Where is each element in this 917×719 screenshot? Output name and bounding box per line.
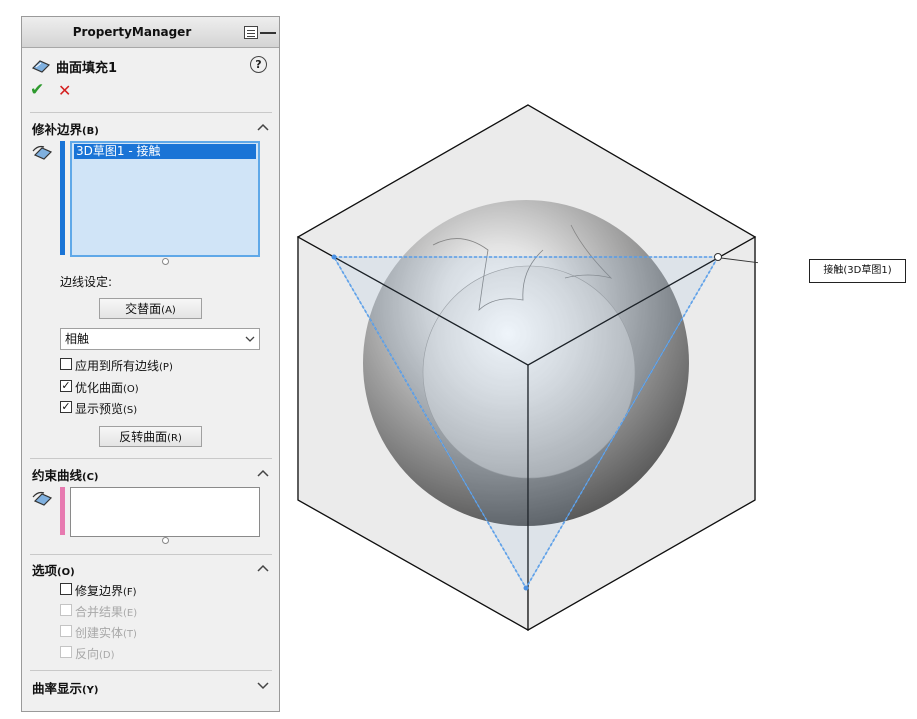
list-resize-handle[interactable] [162,258,169,265]
graphics-viewport[interactable] [283,100,758,635]
boundary-selection-list[interactable]: 3D草图1 - 接触 [70,141,260,257]
edge-settings-label: 边线设定: [60,275,113,289]
callout-label[interactable]: 接触(3D草图1) [809,259,906,283]
curvature-control-select[interactable]: 相触 [60,328,260,350]
section-title-options[interactable]: 选项(O) [32,560,75,579]
divider [30,554,272,555]
selection-stripe [60,141,65,255]
section-title-constraint-curves[interactable]: 约束曲线(C) [32,465,99,484]
section-title-curvature-display[interactable]: 曲率显示(Y) [32,678,98,697]
checkbox-box [60,646,72,658]
property-manager-panel: PropertyManager 曲面填充1 ? ✔ ✕ 修补边界(B) 3D草图… [21,16,280,712]
checkbox-box[interactable] [60,358,72,370]
cancel-button[interactable]: ✕ [58,81,71,100]
divider [30,670,272,671]
feature-title: 曲面填充1 [56,61,118,76]
panel-title: PropertyManager [72,25,192,39]
alternate-face-button[interactable]: 交替面(A) [99,298,202,319]
chevron-down-icon [245,336,255,342]
checkbox-box [60,625,72,637]
chevron-up-icon[interactable] [256,121,270,133]
pin-icon[interactable] [260,32,276,34]
constraint-curves-list[interactable] [70,487,260,537]
divider [30,458,272,459]
reverse-surface-button[interactable]: 反转曲面(R) [99,426,202,447]
edge-select-icon [32,145,53,160]
panel-header: PropertyManager [22,17,279,48]
checkbox-box [60,604,72,616]
checkbox-checked[interactable]: ✓ [60,401,72,413]
chevron-down-icon[interactable] [256,680,270,692]
panel-menu-icon[interactable] [244,26,258,39]
checkbox-box[interactable] [60,583,72,595]
help-icon[interactable]: ? [250,56,267,73]
constraint-curve-icon [32,491,53,506]
list-item[interactable]: 3D草图1 - 接触 [74,144,256,159]
chevron-up-icon[interactable] [256,562,270,574]
list-resize-handle[interactable] [162,537,169,544]
ok-button[interactable]: ✔ [30,80,44,100]
fill-surface-icon [31,60,51,73]
section-title-patch-boundary[interactable]: 修补边界(B) [32,119,99,138]
checkbox-checked[interactable]: ✓ [60,380,72,392]
selection-stripe [60,487,65,535]
divider [30,112,272,113]
chevron-up-icon[interactable] [256,467,270,479]
